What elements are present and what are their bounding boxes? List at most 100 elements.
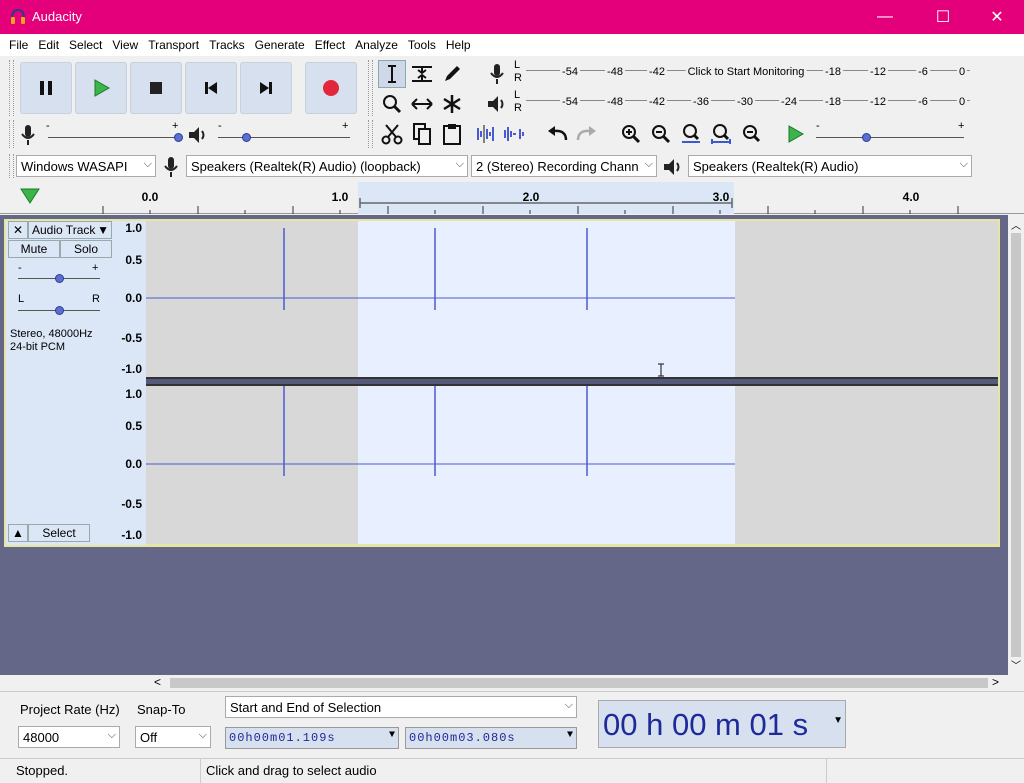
- zoom-tool-button[interactable]: [378, 90, 406, 118]
- meter-label: -48: [605, 96, 625, 108]
- selection-mode-select[interactable]: Start and End of Selection ⌵: [225, 696, 577, 718]
- stop-button[interactable]: [130, 62, 182, 114]
- playback-meter[interactable]: -54 -48 -42 -36 -30 -24 -18 -12 -6 0: [526, 92, 970, 118]
- menu-help[interactable]: Help: [441, 38, 476, 52]
- trim-button[interactable]: [470, 120, 498, 148]
- zoom-out-button[interactable]: [647, 120, 675, 148]
- redo-button[interactable]: [573, 120, 601, 148]
- waveform[interactable]: [146, 221, 998, 544]
- meter-label: -24: [779, 96, 799, 108]
- menu-transport[interactable]: Transport: [143, 38, 204, 52]
- recording-channels-select[interactable]: 2 (Stereo) Recording Chann ⌵: [471, 155, 657, 177]
- menu-tools[interactable]: Tools: [403, 38, 441, 52]
- recording-volume-min: -: [46, 120, 50, 132]
- menu-analyze[interactable]: Analyze: [350, 38, 403, 52]
- meter-label: 0: [956, 66, 968, 78]
- audio-position-display[interactable]: 00 h 00 m 01 s ▼: [598, 700, 846, 748]
- cut-button[interactable]: [378, 120, 406, 148]
- play-head-icon[interactable]: [20, 188, 40, 204]
- selection-end-time[interactable]: 00h00m03.080s ▼: [405, 727, 577, 749]
- maximize-button[interactable]: ☐: [920, 0, 966, 34]
- menu-tracks[interactable]: Tracks: [204, 38, 250, 52]
- menu-view[interactable]: View: [107, 38, 143, 52]
- collapse-track-button[interactable]: ▲: [8, 524, 28, 542]
- vertical-scrollbar[interactable]: ︿ ﹀: [1008, 215, 1024, 675]
- toolbar-grip[interactable]: [9, 60, 14, 116]
- envelope-tool-button[interactable]: [408, 60, 436, 88]
- multi-tool-button[interactable]: [438, 90, 466, 118]
- chevron-down-icon: ⌵: [107, 729, 116, 741]
- horizontal-scroll-thumb[interactable]: [170, 678, 988, 688]
- toolbar-grip[interactable]: [9, 120, 14, 148]
- title-bar: Audacity — ☐ ✕: [0, 0, 1024, 34]
- solo-button[interactable]: Solo: [60, 240, 112, 258]
- playback-volume-slider[interactable]: [218, 133, 350, 142]
- dropdown-arrow-icon[interactable]: ▼: [389, 730, 396, 741]
- i-beam-icon: [388, 65, 396, 83]
- audio-host-select[interactable]: Windows WASAPI ⌵: [16, 155, 156, 177]
- dropdown-arrow-icon[interactable]: ▼: [567, 730, 574, 741]
- fit-selection-button[interactable]: [677, 120, 705, 148]
- skip-to-end-button[interactable]: [240, 62, 292, 114]
- close-button[interactable]: ✕: [974, 0, 1020, 34]
- paste-button[interactable]: [438, 120, 466, 148]
- amplitude-scale[interactable]: 1.0 0.5 0.0 -0.5 -1.0 1.0 0.5 0.0 -0.5 -…: [112, 221, 146, 545]
- mute-button[interactable]: Mute: [8, 240, 60, 258]
- play-at-speed-button[interactable]: [781, 120, 809, 148]
- project-rate-select[interactable]: 48000 ⌵: [18, 726, 120, 748]
- track-pan-slider[interactable]: [18, 306, 100, 315]
- undo-button[interactable]: [543, 120, 571, 148]
- playback-device-select[interactable]: Speakers (Realtek(R) Audio) ⌵: [688, 155, 972, 177]
- audio-position-value: 00 h 00 m 01 s: [603, 707, 809, 742]
- draw-tool-button[interactable]: [438, 60, 466, 88]
- snap-to-select[interactable]: Off ⌵: [135, 726, 211, 748]
- toolbar-grip[interactable]: [9, 154, 14, 178]
- play-meter-right-channel: R: [514, 102, 522, 114]
- toolbar-grip[interactable]: [368, 120, 373, 148]
- dropdown-arrow-icon[interactable]: ▼: [833, 715, 843, 726]
- vertical-scroll-thumb[interactable]: [1011, 233, 1021, 657]
- menu-generate[interactable]: Generate: [250, 38, 310, 52]
- select-track-button[interactable]: Select: [28, 524, 90, 542]
- skip-to-start-button[interactable]: [185, 62, 237, 114]
- menu-edit[interactable]: Edit: [33, 38, 64, 52]
- record-button[interactable]: [305, 62, 357, 114]
- scroll-down-icon[interactable]: ﹀: [1011, 657, 1021, 672]
- copy-button[interactable]: [408, 120, 436, 148]
- chevron-down-icon: ⌵: [143, 158, 152, 170]
- play-meter-button[interactable]: [483, 90, 511, 118]
- toolbar-grip[interactable]: [368, 60, 373, 116]
- play-speed-slider[interactable]: [816, 133, 964, 142]
- recording-volume-slider[interactable]: [48, 133, 183, 142]
- menu-effect[interactable]: Effect: [310, 38, 350, 52]
- minimize-button[interactable]: —: [862, 0, 908, 34]
- track-close-button[interactable]: ✕: [8, 221, 28, 239]
- monitoring-prompt[interactable]: Click to Start Monitoring: [685, 66, 807, 78]
- menu-select[interactable]: Select: [64, 38, 107, 52]
- pause-button[interactable]: [20, 62, 72, 114]
- fit-project-button[interactable]: [707, 120, 735, 148]
- zoom-toggle-button[interactable]: [737, 120, 765, 148]
- horizontal-scrollbar[interactable]: < >: [152, 675, 1008, 691]
- playback-device-value: Speakers (Realtek(R) Audio): [693, 159, 859, 174]
- recording-meter[interactable]: -54 -48 -42 Click to Start Monitoring -1…: [526, 62, 970, 88]
- scroll-right-icon[interactable]: >: [992, 675, 999, 689]
- record-meter-button[interactable]: [483, 60, 511, 88]
- track-menu-button[interactable]: Audio Track ▼: [28, 221, 112, 239]
- selection-tool-button[interactable]: [378, 60, 406, 88]
- scroll-up-icon[interactable]: ︿: [1011, 217, 1021, 232]
- timeline-ruler[interactable]: 0.0 1.0 2.0 3.0 4.0: [0, 182, 1024, 214]
- time-shift-tool-button[interactable]: [408, 90, 436, 118]
- scroll-left-icon[interactable]: <: [154, 675, 161, 689]
- zoom-in-button[interactable]: [617, 120, 645, 148]
- magnifier-icon: [383, 95, 402, 114]
- recording-device-select[interactable]: Speakers (Realtek(R) Audio) (loopback) ⌵: [186, 155, 468, 177]
- status-hint: Click and drag to select audio: [206, 763, 377, 778]
- selection-start-time[interactable]: 00h00m01.109s ▼: [225, 727, 399, 749]
- silence-button[interactable]: [500, 120, 528, 148]
- menu-file[interactable]: File: [4, 38, 33, 52]
- track-gain-slider[interactable]: [18, 274, 100, 283]
- play-button[interactable]: [75, 62, 127, 114]
- meter-label: -36: [691, 96, 711, 108]
- meter-label: -12: [868, 96, 888, 108]
